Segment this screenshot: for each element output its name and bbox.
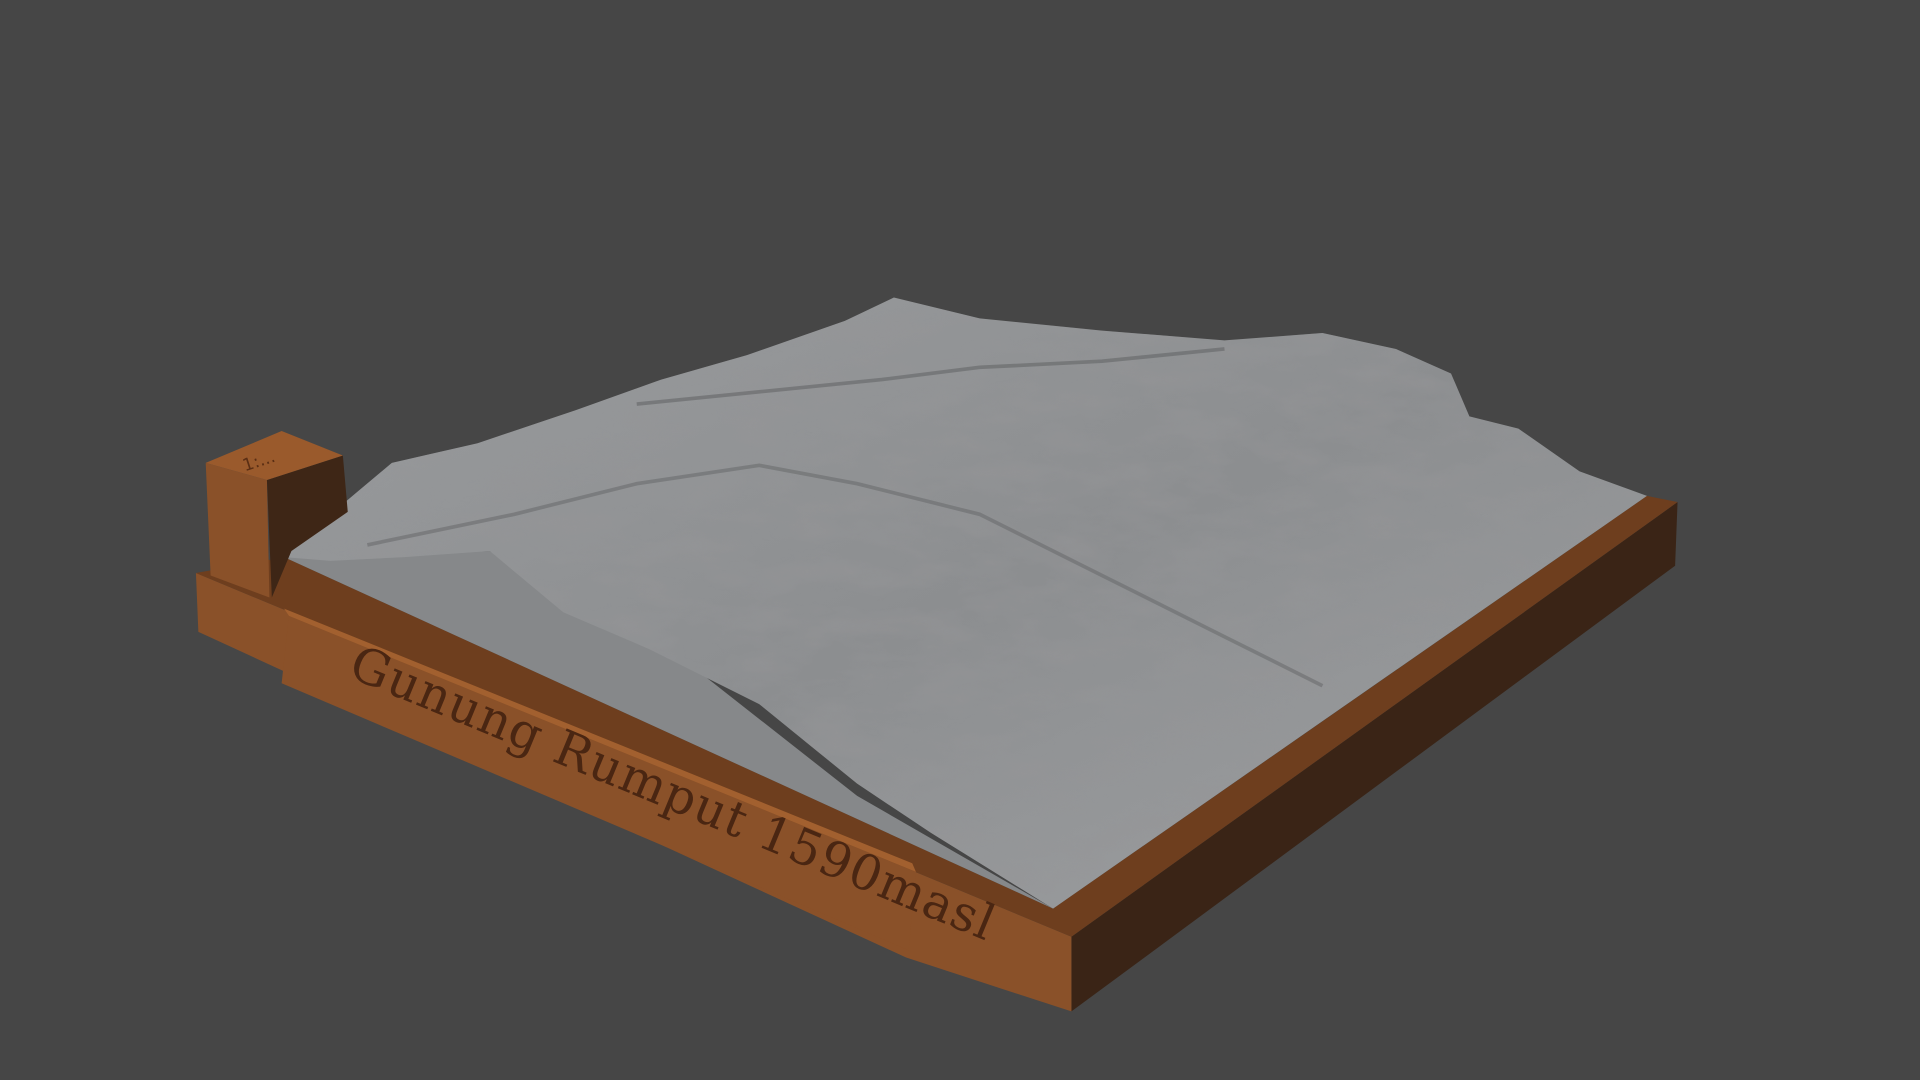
terrain-model-render: Gunung Rumput 1590masl 1:...	[195, 297, 1678, 1012]
